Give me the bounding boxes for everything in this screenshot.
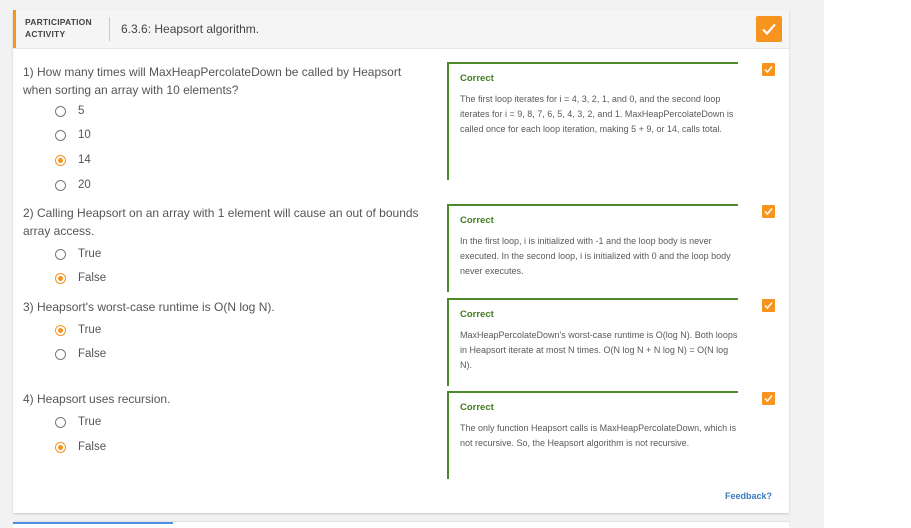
feedback-title: Correct (460, 73, 494, 84)
q4-correct-check-icon (762, 392, 775, 405)
q1-feedback: Correct The first loop iterates for i = … (447, 62, 738, 180)
option-label: False (78, 348, 107, 360)
q4-feedback: Correct The only function Heapsort calls… (447, 391, 738, 479)
question-3-text: 3) Heapsort's worst-case runtime is O(N … (23, 300, 275, 314)
radio-button-selected[interactable] (55, 273, 66, 284)
next-card-edge (13, 522, 789, 528)
feedback-link[interactable]: Feedback? (725, 491, 772, 501)
q2-correct-check-icon (762, 205, 775, 218)
radio-button-selected[interactable] (55, 442, 66, 453)
q3-correct-check-icon (762, 299, 775, 312)
option-label: 20 (78, 179, 91, 191)
feedback-text: MaxHeapPercolateDown's worst-case runtim… (460, 330, 738, 370)
activity-header: PARTICIPATION ACTIVITY 6.3.6: Heapsort a… (13, 10, 789, 49)
radio-button[interactable] (55, 180, 66, 191)
radio-button-selected[interactable] (55, 155, 66, 166)
tag-line-1: PARTICIPATION (25, 17, 92, 27)
question-1-text: 1) How many times will MaxHeapPercolateD… (23, 65, 402, 97)
feedback-title: Correct (460, 215, 494, 226)
radio-button[interactable] (55, 249, 66, 260)
activity-type-tag: PARTICIPATION ACTIVITY (25, 16, 107, 40)
option-label: True (78, 324, 102, 336)
feedback-text: In the first loop, i is initialized with… (460, 236, 731, 276)
option-label: False (78, 441, 107, 453)
feedback-title: Correct (460, 402, 494, 413)
activity-title: 6.3.6: Heapsort algorithm. (121, 22, 260, 36)
radio-button[interactable] (55, 130, 66, 141)
option-label: 5 (78, 105, 85, 117)
feedback-text: The only function Heapsort calls is MaxH… (460, 423, 737, 448)
header-divider (109, 17, 110, 41)
feedback-title: Correct (460, 309, 494, 320)
tag-line-2: ACTIVITY (25, 29, 66, 39)
header-accent-stripe (13, 10, 16, 48)
radio-button[interactable] (55, 417, 66, 428)
q3-feedback: Correct MaxHeapPercolateDown's worst-cas… (447, 298, 738, 386)
q2-feedback: Correct In the first loop, i is initiali… (447, 204, 738, 292)
feedback-text: The first loop iterates for i = 4, 3, 2,… (460, 94, 734, 134)
participation-activity-card: PARTICIPATION ACTIVITY 6.3.6: Heapsort a… (13, 10, 789, 513)
radio-button-selected[interactable] (55, 325, 66, 336)
right-panel (824, 0, 911, 528)
option-label: True (78, 416, 102, 428)
q1-correct-check-icon (762, 63, 775, 76)
next-card-accent (13, 522, 173, 524)
option-label: True (78, 248, 102, 260)
question-4-text: 4) Heapsort uses recursion. (23, 392, 171, 406)
option-label: 10 (78, 129, 91, 141)
option-label: 14 (78, 154, 91, 166)
completion-check-icon (756, 16, 782, 42)
option-label: False (78, 272, 107, 284)
question-2-text: 2) Calling Heapsort on an array with 1 e… (23, 206, 419, 238)
radio-button[interactable] (55, 106, 66, 117)
radio-button[interactable] (55, 349, 66, 360)
